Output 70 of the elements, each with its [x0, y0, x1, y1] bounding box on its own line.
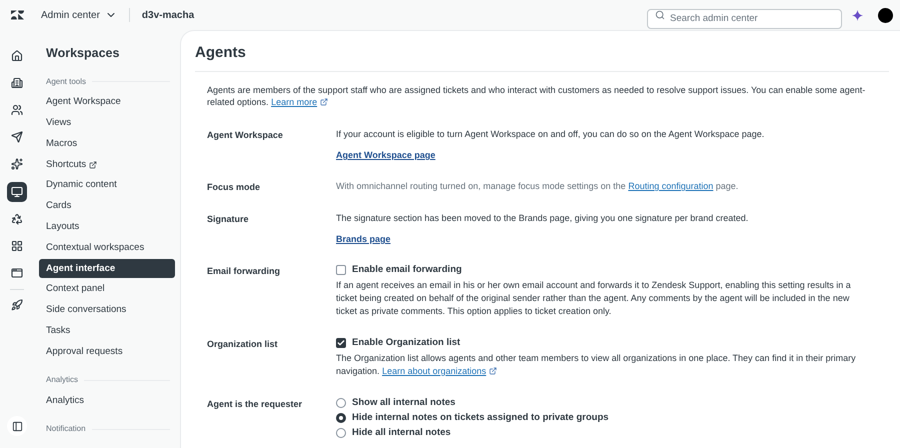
sidebar-item[interactable]: Agent Workspace — [39, 92, 175, 112]
sidebar-item[interactable]: Context panel — [39, 280, 175, 299]
sidebar-item[interactable]: Dynamic content — [39, 176, 175, 195]
intro-text: Agents are members of the support staff who are assigned tickets and who interact with customers as needed to resolve support issues. You can enable some agent-related options. Learn more — [207, 84, 866, 108]
external-link-icon — [89, 160, 98, 169]
nav-rail-button[interactable] — [7, 182, 27, 202]
send-icon — [11, 131, 23, 144]
radio-button[interactable] — [336, 413, 346, 423]
sidebar-item[interactable]: Layouts — [39, 218, 175, 237]
checkbox[interactable] — [336, 338, 346, 348]
sidebar-icon — [12, 420, 22, 432]
radio-button[interactable] — [336, 428, 346, 438]
search-field[interactable]: Search admin center — [647, 8, 842, 28]
checkbox[interactable] — [336, 265, 346, 275]
checkbox-option[interactable]: Enable Organization list — [336, 337, 460, 349]
home-icon — [11, 50, 23, 62]
sidebar-item[interactable]: Side conversations — [39, 300, 175, 320]
radio-button[interactable] — [336, 398, 346, 408]
external-link-icon — [320, 98, 328, 106]
setting-description: The Organization list allows agents and other team members to view all organizations in one place. They can find it in their primary navigation. Learn about organizations — [336, 352, 857, 378]
account-name: d3v-macha — [142, 8, 194, 22]
page-link[interactable]: Agent Workspace page — [336, 149, 436, 161]
window-icon — [11, 267, 23, 280]
sparkle-icon[interactable] — [852, 10, 863, 20]
logo-icon[interactable] — [11, 10, 24, 20]
radio-option[interactable]: Hide internal notes on tickets assigned to private groups — [336, 412, 609, 424]
setting-label: Focus mode — [207, 181, 262, 193]
sidebar-item[interactable]: Tasks — [39, 322, 175, 341]
setting-label: Organization list — [207, 338, 279, 351]
search-icon — [655, 10, 665, 20]
monitor-icon — [11, 186, 23, 198]
section-heading: Notification — [46, 423, 86, 436]
radio-option[interactable]: Show all internal notes — [336, 397, 456, 409]
radio-option[interactable]: Hide all internal notes — [336, 427, 451, 439]
sidebar-item[interactable]: Approval requests — [39, 342, 175, 362]
setting-label: Agent is the requester — [207, 398, 304, 411]
sidebar-item[interactable]: Agent interface — [39, 259, 175, 278]
sidebar-item[interactable]: Macros — [39, 134, 175, 154]
building-icon — [11, 76, 23, 89]
setting-label: Email forwarding — [207, 265, 282, 278]
rocket-icon — [11, 299, 23, 312]
people-icon — [11, 104, 23, 116]
routing-link[interactable]: Routing configuration — [628, 181, 714, 191]
sidebar-item[interactable]: Shortcuts — [39, 155, 175, 174]
section-heading: Agent tools — [46, 76, 86, 88]
setting-description: With omnichannel routing turned on, manage focus mode settings on the Routing configuration page. — [336, 180, 740, 192]
avatar[interactable] — [878, 8, 893, 22]
page-title: Agents — [195, 43, 247, 63]
product-switcher[interactable]: Admin center — [41, 8, 117, 22]
sidebar-item[interactable]: Cards — [39, 196, 175, 216]
check-icon — [337, 339, 345, 347]
setting-label: Signature — [207, 213, 250, 226]
sidebar-item[interactable]: Contextual workspaces — [39, 238, 175, 258]
sparkle-icon — [11, 158, 23, 170]
setting-description: If your account is eligible to turn Agent Workspace on and off, you can do so on the Agent Workspace page. — [336, 128, 766, 140]
recycle-icon — [11, 212, 23, 225]
section-heading: Analytics — [46, 374, 78, 386]
setting-description: If an agent receives an email in his or her own email account and forwards it to Zendesk Support, enabling this setting results in a ticket being created on behalf of the original sender rather than the agent. Any comments by the agent will be included in the new ticket as private comments. This option applies to ticket creation only. — [336, 279, 852, 318]
learn-more-link[interactable]: Learn more — [271, 97, 328, 107]
checkbox-option[interactable]: Enable email forwarding — [336, 264, 462, 276]
external-link-icon — [489, 367, 498, 375]
setting-label: Agent Workspace — [207, 129, 284, 142]
sidebar-title: Workspaces — [46, 45, 120, 62]
panel-toggle-button[interactable] — [7, 416, 27, 436]
sidebar-item[interactable]: Views — [39, 114, 175, 133]
setting-description: The signature section has been moved to the Brands page, giving you one signature per brand created. — [336, 212, 750, 224]
page-link[interactable]: Brands page — [336, 233, 391, 245]
organizations-link[interactable]: Learn about organizations — [382, 366, 498, 376]
sidebar-item[interactable]: Analytics — [39, 391, 175, 410]
apps-icon — [11, 240, 23, 252]
